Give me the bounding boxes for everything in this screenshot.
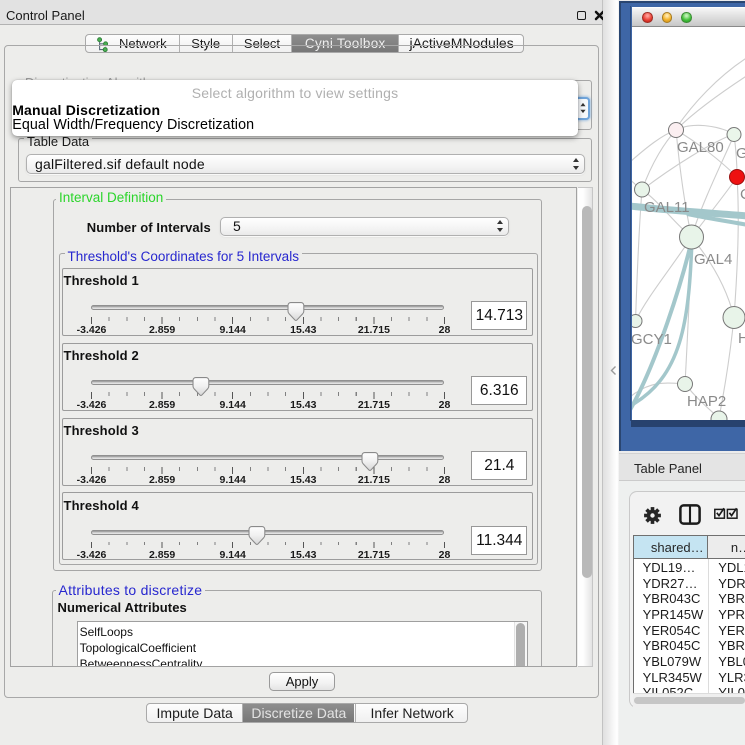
svg-text:H: H (738, 330, 745, 347)
svg-text:GCY1: GCY1 (632, 331, 672, 348)
svg-text:GAL4: GAL4 (694, 251, 732, 268)
svg-text:GAL80: GAL80 (677, 139, 724, 156)
svg-text:C: C (740, 186, 745, 203)
svg-text:GA: GA (736, 145, 745, 162)
svg-text:GAL11: GAL11 (644, 199, 690, 216)
svg-text:HAP2: HAP2 (687, 393, 726, 410)
